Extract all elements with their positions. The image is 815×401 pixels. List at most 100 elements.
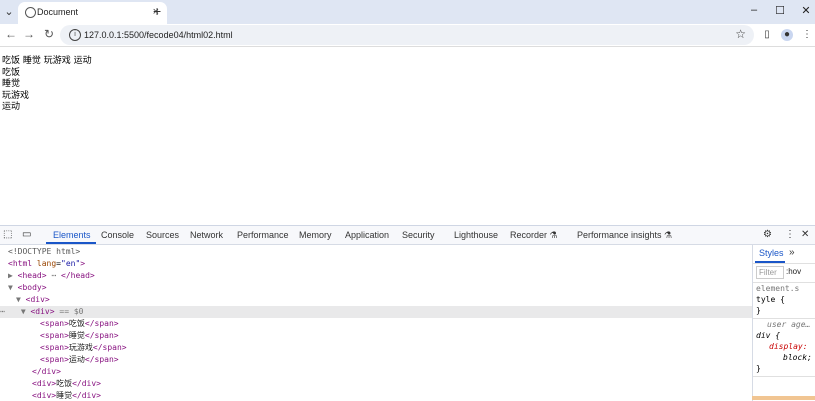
div-text: 睡觉 bbox=[56, 391, 73, 400]
tab-console[interactable]: Console bbox=[101, 230, 134, 240]
span-text: 玩游戏 bbox=[68, 343, 93, 352]
styles-divider bbox=[753, 376, 815, 377]
body-open-tag: <body> bbox=[17, 283, 47, 292]
div-open-tag: <div> bbox=[32, 379, 57, 388]
ua-rule-selector: div { bbox=[756, 331, 781, 340]
active-tab-indicator bbox=[46, 242, 96, 244]
side-panel-icon[interactable]: ▯ bbox=[761, 29, 773, 41]
styles-filter-input[interactable]: Filter bbox=[756, 266, 784, 279]
dom-node-span[interactable]: <span>运动</span> bbox=[0, 354, 752, 366]
tab-elements[interactable]: Elements bbox=[53, 230, 91, 240]
tab-sources[interactable]: Sources bbox=[146, 230, 179, 240]
site-info-icon[interactable]: i bbox=[69, 29, 81, 41]
elements-tree: <!DOCTYPE html> <html lang="en"> ▶ <head… bbox=[0, 245, 752, 401]
globe-icon bbox=[25, 7, 36, 18]
node-actions-ellipsis[interactable]: ⋯ bbox=[0, 307, 5, 316]
dom-node-head[interactable]: ▶ <head> ⋯ </head> bbox=[0, 270, 752, 282]
minimize-button[interactable]: – bbox=[744, 4, 764, 16]
ua-rule-close: } bbox=[756, 364, 761, 373]
tab-security[interactable]: Security bbox=[402, 230, 435, 240]
close-devtools-icon[interactable]: ✕ bbox=[801, 229, 809, 240]
new-tab-button[interactable]: + bbox=[153, 3, 161, 19]
selected-node-marker: == $0 bbox=[59, 307, 84, 316]
doctype-text: <!DOCTYPE html> bbox=[8, 247, 81, 256]
tab-performance-insights[interactable]: Performance insights ⚗ bbox=[577, 230, 672, 241]
back-icon[interactable]: ← bbox=[4, 27, 18, 41]
maximize-button[interactable]: ☐ bbox=[770, 4, 790, 17]
page-line: 运动 bbox=[2, 102, 21, 112]
tab-search-chevron-icon[interactable]: ⌄ bbox=[2, 4, 16, 20]
element-style-selector-cont[interactable]: tyle { bbox=[756, 295, 785, 304]
span-close-tag: </span> bbox=[84, 331, 119, 340]
head-open-tag: <head> bbox=[17, 271, 47, 280]
collapse-triangle-icon[interactable]: ▼ bbox=[16, 295, 26, 304]
browser-menu-icon[interactable]: ⋮ bbox=[801, 29, 813, 41]
title-bar: ⌄ Document × + – ☐ ✕ bbox=[0, 0, 815, 24]
tab-performance[interactable]: Performance bbox=[237, 230, 289, 240]
expand-triangle-icon[interactable]: ▶ bbox=[8, 271, 18, 280]
devtools-menu-icon[interactable]: ⋮ bbox=[785, 229, 795, 240]
reload-icon[interactable]: ↻ bbox=[42, 27, 56, 41]
dom-node-div-selected[interactable]: ⋯ ▼ <div> == $0 bbox=[0, 306, 752, 318]
address-bar[interactable]: i 127.0.0.1:5500/fecode04/html02.html ☆ bbox=[60, 25, 754, 45]
dom-node-div[interactable]: ▼ <div> bbox=[0, 294, 752, 306]
page-viewport: 吃饭 睡觉 玩游戏 运动 吃饭 睡觉 玩游戏 运动 bbox=[0, 47, 815, 225]
dom-node-div[interactable]: <div>睡觉</div> bbox=[0, 390, 752, 401]
div-open-tag: <div> bbox=[30, 307, 55, 316]
url-text[interactable]: 127.0.0.1:5500/fecode04/html02.html bbox=[84, 30, 233, 40]
forward-icon[interactable]: → bbox=[22, 27, 36, 41]
collapse-triangle-icon[interactable]: ▼ bbox=[8, 283, 18, 292]
span-close-tag: </span> bbox=[92, 343, 127, 352]
dom-node-div[interactable]: <div>吃饭</div> bbox=[0, 378, 752, 390]
span-text: 睡觉 bbox=[68, 331, 85, 340]
element-style-close: } bbox=[756, 306, 761, 315]
dom-node-doctype[interactable]: <!DOCTYPE html> bbox=[0, 246, 752, 258]
styles-divider bbox=[753, 282, 815, 283]
tab-application[interactable]: Application bbox=[345, 230, 389, 240]
span-text: 吃饭 bbox=[68, 319, 85, 328]
tab-recorder[interactable]: Recorder ⚗ bbox=[510, 230, 558, 241]
tab-memory[interactable]: Memory bbox=[299, 230, 332, 240]
html-open-tag: <html bbox=[8, 259, 37, 268]
close-window-button[interactable]: ✕ bbox=[796, 4, 815, 17]
hov-toggle[interactable]: :hov bbox=[786, 267, 801, 276]
span-close-tag: </span> bbox=[84, 319, 119, 328]
dom-node-div-close[interactable]: </div> bbox=[0, 366, 752, 378]
tab-network[interactable]: Network bbox=[190, 230, 223, 240]
devtools-panel: ⬚ ▭ Elements Console Sources Network Per… bbox=[0, 225, 815, 401]
bookmark-star-icon[interactable]: ☆ bbox=[735, 27, 746, 41]
styles-divider bbox=[753, 318, 815, 319]
span-close-tag: </span> bbox=[84, 355, 119, 364]
inspect-element-icon[interactable]: ⬚ bbox=[3, 229, 12, 240]
dom-node-body[interactable]: ▼ <body> bbox=[0, 282, 752, 294]
dom-node-span[interactable]: <span>玩游戏</span> bbox=[0, 342, 752, 354]
tab-title: Document bbox=[37, 7, 79, 17]
ua-property-value: block; bbox=[783, 353, 812, 362]
dom-node-span[interactable]: <span>吃饭</span> bbox=[0, 318, 752, 330]
div-close-tag: </div> bbox=[72, 391, 101, 400]
browser-toolbar: ← → ↻ i 127.0.0.1:5500/fecode04/html02.h… bbox=[0, 24, 815, 47]
collapsed-ellipsis[interactable]: ⋯ bbox=[51, 271, 56, 280]
box-model-preview bbox=[752, 396, 815, 400]
div-open-tag: <div> bbox=[32, 391, 57, 400]
browser-tab[interactable]: Document × bbox=[18, 2, 167, 24]
div-text: 吃饭 bbox=[56, 379, 73, 388]
span-text: 运动 bbox=[68, 355, 85, 364]
tab-lighthouse[interactable]: Lighthouse bbox=[454, 230, 498, 240]
device-toolbar-icon[interactable]: ▭ bbox=[22, 229, 31, 240]
html-lang-value: "en" bbox=[61, 259, 81, 268]
dom-node-span[interactable]: <span>睡觉</span> bbox=[0, 330, 752, 342]
profile-avatar-icon[interactable]: ● bbox=[781, 29, 793, 41]
div-close-tag: </div> bbox=[32, 367, 61, 376]
more-tabs-chevron-icon[interactable]: » bbox=[789, 247, 795, 258]
styles-pane-header: Styles » bbox=[753, 245, 815, 264]
settings-gear-icon[interactable]: ⚙ bbox=[763, 229, 772, 240]
dom-node-html[interactable]: <html lang="en"> bbox=[0, 258, 752, 270]
tab-styles[interactable]: Styles bbox=[759, 248, 784, 258]
element-style-selector[interactable]: element.s bbox=[756, 284, 799, 293]
span-open-tag: <span> bbox=[40, 343, 69, 352]
user-agent-label: user age… bbox=[767, 320, 811, 329]
ua-property-name: display: bbox=[769, 342, 808, 351]
styles-tab-indicator bbox=[755, 261, 785, 263]
span-open-tag: <span> bbox=[40, 319, 69, 328]
